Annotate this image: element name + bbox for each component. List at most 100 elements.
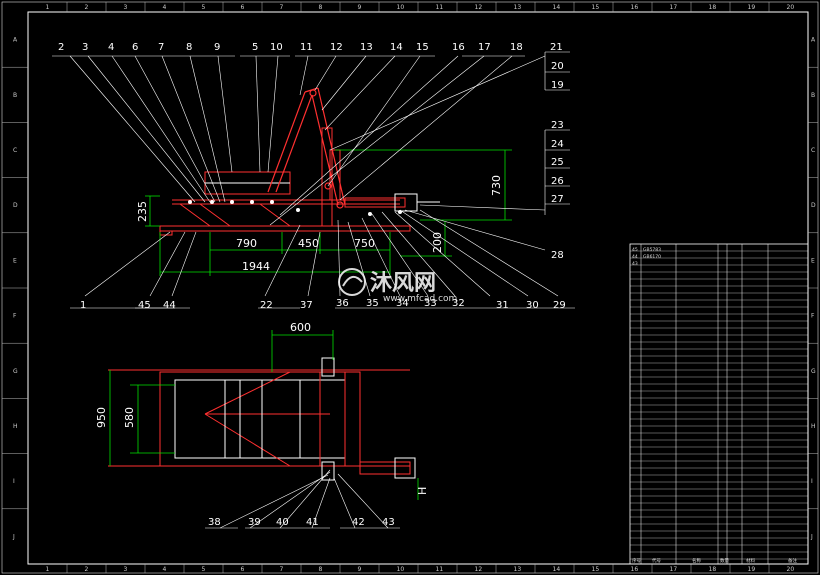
leader-label: 28	[551, 250, 564, 261]
leader-label: 37	[300, 300, 313, 311]
bom-footer: 序号 代号 名称 数量 材料 备注	[632, 557, 797, 564]
grid-column-label: 6	[241, 566, 245, 573]
hydraulic-cylinder	[344, 193, 440, 212]
leader-label: 36	[336, 298, 349, 309]
dimension-200: 200	[431, 232, 444, 253]
grid-column-label: 17	[670, 4, 678, 11]
leader-label: 30	[526, 300, 539, 311]
grid-column-label: 1	[46, 4, 50, 11]
leader-label: 8	[186, 42, 192, 53]
cad-drawing: 1 2 3 4 5 6 7 8 9 10 11 12 13 14 15 16 17 18 19 20 12345678…	[1, 1, 819, 574]
leader-label: 22	[260, 300, 273, 311]
grid-row-label: I	[13, 478, 15, 485]
bom-table: 45 GB5783 44 GB6170 43 序号 代号 名称 数量 材料 备注	[629, 243, 809, 565]
bom-footer-cell: 序号	[632, 557, 641, 564]
grid-row-label: E	[13, 257, 17, 264]
grid-column-labels-bottom: 1 2 3 4 5 6 7 8 9 10 11 12 13 14 15 16 17 18 19 20	[46, 564, 795, 573]
leader-label: 38	[208, 517, 221, 528]
grid-column-label: 20	[787, 566, 795, 573]
grid-column-label: 3	[124, 4, 128, 11]
leader-label: 13	[360, 42, 373, 53]
leader-label: 15	[416, 42, 429, 53]
dimension-h: H	[416, 487, 429, 495]
hinge-points	[188, 200, 402, 216]
grid-column-label: 2	[85, 4, 89, 11]
leader-label: 42	[352, 517, 365, 528]
dimension-600: 600	[290, 321, 311, 334]
leader-label: 27	[551, 194, 564, 205]
dimension-750: 750	[354, 237, 375, 250]
grid-column-label: 6	[241, 4, 245, 11]
grid-row-label: H	[13, 423, 18, 430]
dimension-730: 730	[490, 175, 503, 196]
grid-column-label: 19	[748, 4, 756, 11]
dimension-790: 790	[236, 237, 257, 250]
leader-label: 41	[306, 517, 319, 528]
leader-label: 23	[551, 120, 564, 131]
grid-row-labels-left: A B C D E F G H I J	[2, 37, 28, 540]
watermark-title: 沐风网	[370, 271, 436, 296]
grid-row-label: I	[811, 478, 813, 485]
lifting-arm	[267, 87, 346, 209]
grid-column-label: 16	[631, 566, 639, 573]
grid-column-label: 19	[748, 566, 756, 573]
leader-label: 4	[108, 42, 114, 53]
leader-label: 25	[551, 157, 564, 168]
leader-label: 43	[382, 517, 395, 528]
top-frame	[108, 357, 416, 481]
leader-label: 20	[551, 61, 564, 72]
grid-row-labels-right: A B C D E F G H I J	[808, 37, 818, 540]
grid-column-label: 15	[592, 4, 600, 11]
grid-row-label: G	[811, 368, 816, 375]
grid-column-label: 14	[553, 566, 561, 573]
grid-column-label: 5	[202, 566, 206, 573]
bom-footer-cell: 材料	[746, 557, 755, 564]
leader-label: 40	[276, 517, 289, 528]
grid-column-label: 11	[436, 4, 444, 11]
leader-label: 6	[132, 42, 138, 53]
leader-label: 16	[452, 42, 465, 53]
leader-label: 39	[248, 517, 261, 528]
side-dimension-texts: 235 790 450 750 1944 730 200	[136, 175, 503, 273]
bom-cell: GB5783	[643, 247, 661, 253]
leader-label: 17	[478, 42, 491, 53]
grid-column-label: 5	[202, 4, 206, 11]
bom-cell: 44	[632, 254, 638, 260]
watermark: 沐风网 www.mfcad.com	[338, 268, 457, 304]
leader-label: 1	[80, 300, 86, 311]
grid-row-label: C	[811, 147, 815, 154]
grid-column-label: 14	[553, 4, 561, 11]
bom-footer-cell: 代号	[652, 557, 661, 564]
bom-columns	[640, 244, 769, 564]
grid-column-label: 7	[280, 4, 284, 11]
grid-column-label: 12	[475, 566, 483, 573]
leader-label: 18	[510, 42, 523, 53]
grid-column-label: 8	[319, 566, 323, 573]
grid-column-label: 11	[436, 566, 444, 573]
grid-column-label: 15	[592, 566, 600, 573]
leader-label: 35	[366, 298, 379, 309]
dimension-950: 950	[95, 407, 108, 428]
grid-row-label: A	[811, 37, 816, 44]
dimension-450: 450	[298, 237, 319, 250]
leader-labels-top: 2 3 4 6 7 8 9 5 10 11 12 13 14 15 16 17 …	[58, 42, 563, 53]
grid-row-label: B	[811, 92, 815, 99]
grid-column-labels-top: 1 2 3 4 5 6 7 8 9 10 11 12 13 14 15 16 17 18 19 20	[46, 2, 794, 12]
leader-label: 45	[138, 300, 151, 311]
grid-column-label: 16	[631, 4, 639, 11]
bom-rows	[630, 250, 808, 560]
top-view: 600 950 580 H 38 39 40 41 42 43	[95, 321, 429, 529]
bom-footer-cell: 备注	[788, 557, 797, 564]
dimension-580: 580	[123, 407, 136, 428]
leader-label: 14	[390, 42, 403, 53]
grid-row-label: J	[810, 533, 813, 540]
bom-cell: 43	[632, 261, 638, 267]
bom-top-rows: 45 GB5783 44 GB6170 43	[632, 247, 661, 267]
leader-label: 7	[158, 42, 164, 53]
leader-label: 9	[214, 42, 220, 53]
grid-column-label: 18	[709, 566, 717, 573]
bom-cell: 45	[632, 247, 638, 253]
leader-label: 31	[496, 300, 509, 311]
grid-row-label: G	[13, 368, 18, 375]
watermark-url: www.mfcad.com	[383, 294, 457, 304]
